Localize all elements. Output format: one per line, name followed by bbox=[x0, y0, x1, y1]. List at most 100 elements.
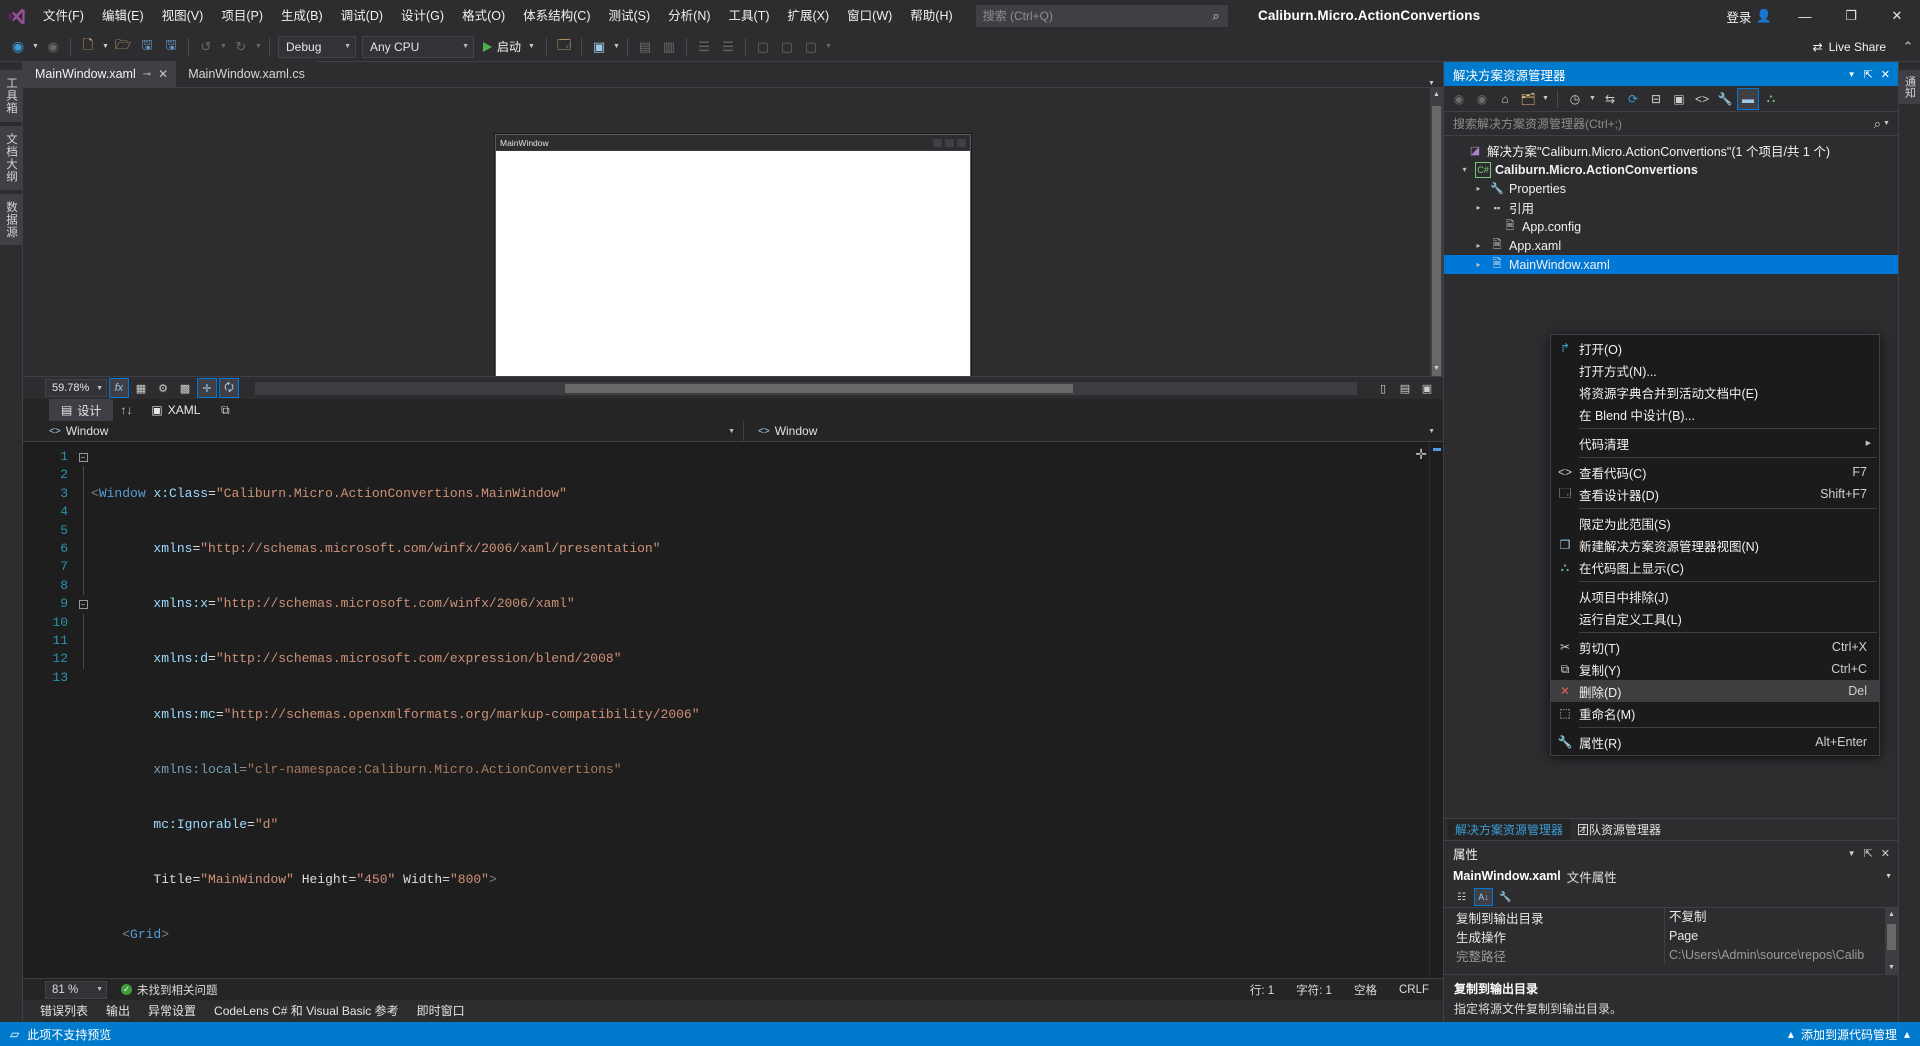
toolbar-overflow-chevron[interactable]: ▼ bbox=[823, 43, 834, 50]
chevron-down-icon[interactable]: ▼ bbox=[1428, 428, 1443, 435]
solution-explorer-context-menu[interactable]: ↱ 打开(O) 打开方式(N)... 将资源字典合并到活动文档中(E) 在 Bl… bbox=[1550, 334, 1880, 756]
se-code-map-button[interactable]: ⛬ bbox=[1760, 88, 1782, 110]
se-views-dropdown[interactable]: ▼ bbox=[1540, 95, 1551, 102]
navigate-forward-button[interactable]: ◉ bbox=[41, 35, 65, 59]
code-text-area[interactable]: <Window x:Class="Caliburn.Micro.ActionCo… bbox=[91, 442, 1443, 978]
categorized-view-button[interactable]: ☷ bbox=[1452, 888, 1471, 906]
context-menu-item-code-cleanup[interactable]: 代码清理 ▶ bbox=[1551, 432, 1879, 454]
new-project-dropdown[interactable]: ▼ bbox=[100, 43, 111, 50]
close-icon[interactable]: ✕ bbox=[158, 67, 168, 81]
menu-file[interactable]: 文件(F) bbox=[34, 0, 93, 32]
tab-list-chevron-icon[interactable]: ▼ bbox=[1426, 80, 1437, 87]
breakpoint-button[interactable]: ▢ bbox=[775, 35, 799, 59]
chevron-down-icon[interactable]: ▼ bbox=[1848, 849, 1856, 858]
se-pending-changes-button[interactable]: ◷ bbox=[1564, 88, 1586, 110]
scroll-up-arrow-icon[interactable]: ▲ bbox=[1885, 908, 1898, 921]
property-row[interactable]: 完整路径 C:\Users\Admin\source\repos\Calib bbox=[1444, 946, 1898, 965]
breadcrumb-right[interactable]: <> Window ▼ bbox=[743, 420, 1443, 442]
rail-tab-toolbox[interactable]: 工具箱 bbox=[0, 70, 22, 122]
menu-window[interactable]: 窗口(W) bbox=[838, 0, 901, 32]
xaml-code-editor[interactable]: 1 2 3 4 5 6 7 8 9 10 11 12 13 − − <Windo… bbox=[23, 442, 1443, 978]
properties-object-selector[interactable]: MainWindow.xaml 文件属性 ▼ bbox=[1444, 865, 1898, 887]
menu-analyze[interactable]: 分析(N) bbox=[659, 0, 719, 32]
search-icon[interactable]: ⌕ bbox=[1874, 116, 1881, 132]
tab-xaml[interactable]: ▣ XAML bbox=[139, 399, 212, 421]
solution-search-input[interactable] bbox=[1453, 116, 1874, 131]
editor-vertical-scrollbar[interactable] bbox=[1429, 442, 1443, 978]
live-preview-dropdown[interactable]: ▼ bbox=[611, 43, 622, 50]
se-forward-button[interactable]: ◉ bbox=[1471, 88, 1493, 110]
breadcrumb-left[interactable]: <> Window ▼ bbox=[23, 424, 743, 438]
se-view-code-button[interactable]: <> bbox=[1691, 88, 1713, 110]
property-row[interactable]: 复制到输出目录 不复制 bbox=[1444, 908, 1898, 927]
snap-grid-button[interactable]: ▦ bbox=[131, 378, 151, 398]
context-menu-item-design-in-blend[interactable]: 在 Blend 中设计(B)... bbox=[1551, 403, 1879, 425]
live-share-button[interactable]: ⇄ Live Share bbox=[1813, 40, 1896, 54]
fold-toggle-grid[interactable]: − bbox=[75, 595, 91, 613]
property-value[interactable]: Page bbox=[1664, 927, 1898, 946]
properties-grid[interactable]: 复制到输出目录 不复制 生成操作 Page 完整路径 C:\Users\Admi… bbox=[1444, 908, 1898, 974]
menu-extensions[interactable]: 扩展(X) bbox=[779, 0, 839, 32]
se-refresh-button[interactable]: ⟳ bbox=[1622, 88, 1644, 110]
horizontal-split-button[interactable]: ▤ bbox=[1395, 378, 1415, 398]
redo-button[interactable]: ↻ bbox=[229, 35, 253, 59]
redo-dropdown[interactable]: ▼ bbox=[253, 43, 264, 50]
design-preview-window[interactable]: MainWindow bbox=[495, 134, 971, 376]
se-home-button[interactable]: ⌂ bbox=[1494, 88, 1516, 110]
sign-in-button[interactable]: 登录 👤 bbox=[1716, 7, 1782, 26]
window-close-button[interactable]: ✕ bbox=[1874, 0, 1920, 32]
chevron-down-icon[interactable]: ▼ bbox=[1885, 873, 1892, 880]
quick-launch-search[interactable]: ⌕ bbox=[975, 5, 1228, 27]
designer-zoom-combo[interactable]: 59.78% ▼ bbox=[45, 379, 107, 397]
se-sync-with-active-document-button[interactable]: ⇆ bbox=[1599, 88, 1621, 110]
undo-dropdown[interactable]: ▼ bbox=[218, 43, 229, 50]
close-icon[interactable]: ✕ bbox=[1881, 68, 1890, 81]
search-input[interactable] bbox=[982, 9, 1221, 23]
chevron-down-icon[interactable]: ▼ bbox=[1848, 70, 1856, 79]
scrollbar-thumb[interactable] bbox=[1887, 924, 1896, 950]
twisty-icon[interactable]: ▸ bbox=[1472, 241, 1485, 250]
menu-test[interactable]: 测试(S) bbox=[600, 0, 660, 32]
effects-toggle-button[interactable]: fx bbox=[109, 378, 129, 398]
rail-tab-document-outline[interactable]: 文档大纲 bbox=[0, 125, 22, 190]
vertical-split-button[interactable]: ▯ bbox=[1373, 378, 1393, 398]
twisty-icon[interactable]: ▸ bbox=[1472, 203, 1485, 212]
menu-architecture[interactable]: 体系结构(C) bbox=[514, 0, 599, 32]
toolbar-feedback-button[interactable]: ⌃ bbox=[1896, 35, 1920, 59]
scroll-up-arrow-icon[interactable]: ▲ bbox=[1430, 88, 1443, 102]
context-menu-item-open-with[interactable]: 打开方式(N)... bbox=[1551, 359, 1879, 381]
scroll-down-arrow-icon[interactable]: ▼ bbox=[1430, 362, 1443, 376]
pin-icon[interactable]: ⇱ bbox=[1864, 68, 1873, 81]
menu-build[interactable]: 生成(B) bbox=[272, 0, 332, 32]
property-value[interactable]: 不复制 bbox=[1664, 908, 1898, 927]
solution-configuration-combo[interactable]: Debug ▼ bbox=[278, 35, 356, 58]
tree-node-solution[interactable]: ◪ 解决方案"Caliburn.Micro.ActionConvertions"… bbox=[1444, 141, 1898, 160]
start-debug-button[interactable]: 启动 ▼ bbox=[477, 35, 541, 59]
twisty-open-icon[interactable]: ▾ bbox=[1458, 165, 1471, 174]
se-properties-button[interactable]: 🔧 bbox=[1714, 88, 1736, 110]
pop-out-xaml-button[interactable]: ⧉ bbox=[212, 403, 238, 418]
issues-indicator[interactable]: ✓ 未找到相关问题 bbox=[121, 982, 218, 998]
add-to-source-control-label[interactable]: 添加到源代码管理 bbox=[1801, 1026, 1897, 1043]
rail-tab-data-sources[interactable]: 数据源 bbox=[0, 193, 22, 245]
outlining-margin[interactable]: − − bbox=[75, 442, 91, 978]
twisty-icon[interactable]: ▸ bbox=[1472, 184, 1485, 193]
fold-toggle-window[interactable]: − bbox=[75, 448, 91, 466]
transparency-button[interactable]: ▩ bbox=[175, 378, 195, 398]
live-preview-button[interactable]: ▣ bbox=[587, 35, 611, 59]
editor-zoom-combo[interactable]: 81 % ▼ bbox=[45, 980, 107, 999]
snap-settings-button[interactable]: ⚙ bbox=[153, 378, 173, 398]
bookmark-button[interactable]: ▢ bbox=[751, 35, 775, 59]
tree-node-references[interactable]: ▸ ▪▪ 引用 bbox=[1444, 198, 1898, 217]
solution-platform-combo[interactable]: Any CPU ▼ bbox=[362, 35, 474, 58]
uncomment-button[interactable]: ▥ bbox=[657, 35, 681, 59]
context-menu-item-merge-resource-dictionary[interactable]: 将资源字典合并到活动文档中(E) bbox=[1551, 381, 1879, 403]
search-options-dropdown[interactable]: ▼ bbox=[1881, 120, 1892, 127]
context-menu-item-open[interactable]: ↱ 打开(O) bbox=[1551, 337, 1879, 359]
context-menu-item-scope-to-this[interactable]: 限定为此范围(S) bbox=[1551, 512, 1879, 534]
navigate-backward-dropdown[interactable]: ▼ bbox=[30, 43, 41, 50]
dock-tab-solution-explorer[interactable]: 解决方案资源管理器 bbox=[1448, 818, 1571, 841]
menu-debug[interactable]: 调试(D) bbox=[332, 0, 392, 32]
designer-vertical-scrollbar[interactable]: ▲ ▼ bbox=[1430, 88, 1443, 376]
window-minimize-button[interactable]: — bbox=[1782, 0, 1828, 32]
